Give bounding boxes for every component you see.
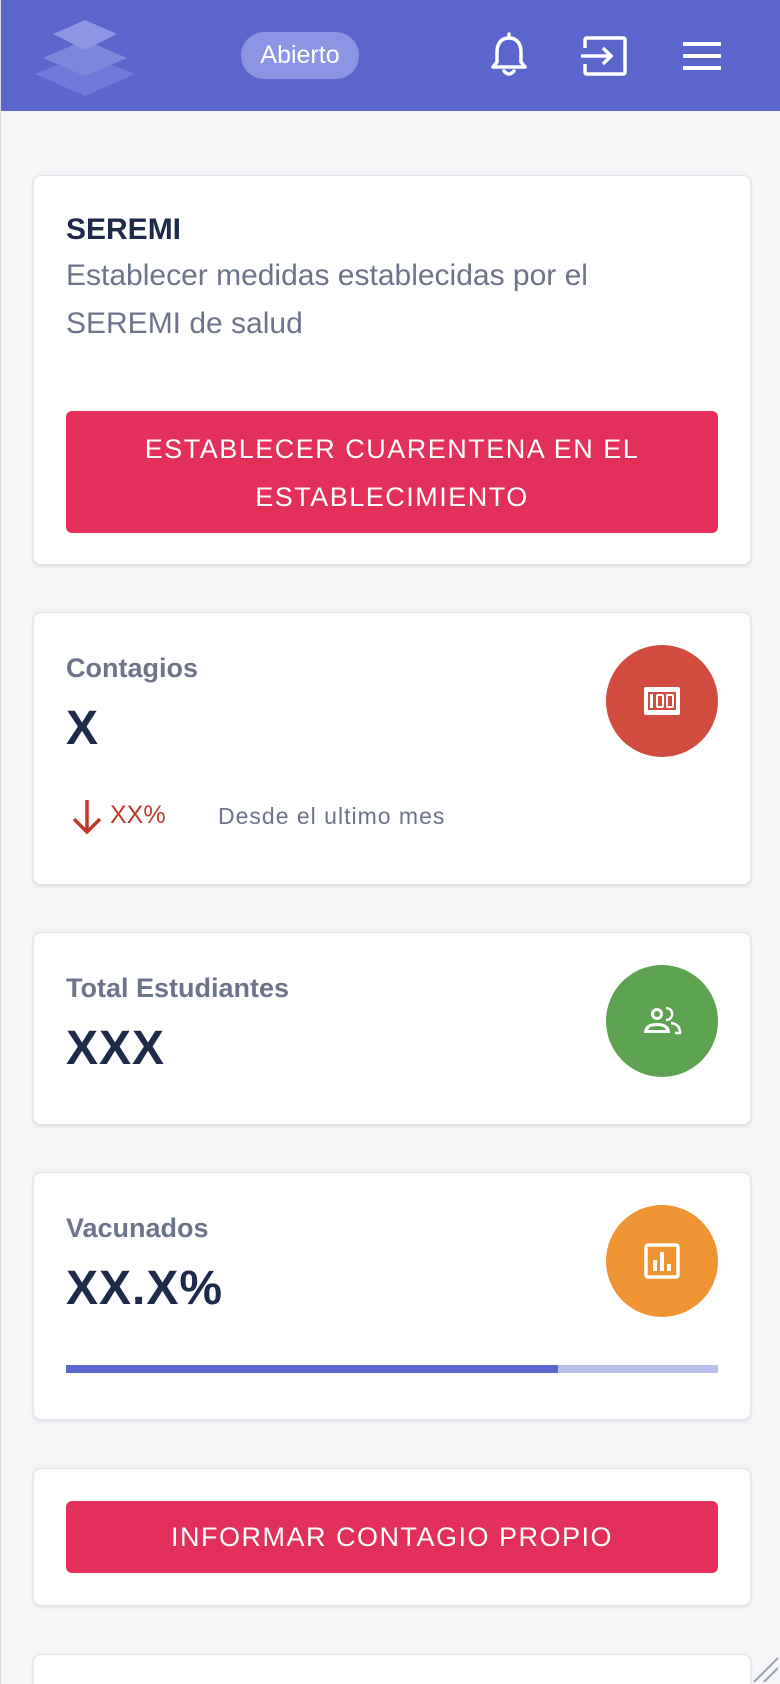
seremi-description: Establecer medidas establecidas por el S… — [66, 259, 588, 340]
estudiantes-label: Total Estudiantes — [66, 973, 290, 1003]
report-contagion-button[interactable]: INFORMAR CONTAGIO PROPIO — [66, 1501, 718, 1573]
vacunados-value: XX.X% — [66, 1262, 224, 1315]
layers-logo-icon — [35, 20, 135, 96]
report-card: INFORMAR CONTAGIO PROPIO — [33, 1468, 751, 1606]
arrow-down-icon — [72, 800, 102, 835]
vacunados-icon-circle — [606, 1205, 718, 1317]
contagios-card: Contagios X XX% Desde el ultimo mes — [33, 612, 751, 885]
estudiantes-value: XXX — [66, 1022, 166, 1075]
vacunados-card: Vacunados XX.X% — [33, 1172, 751, 1420]
estudiantes-icon-circle — [606, 965, 718, 1077]
menu-icon[interactable] — [675, 30, 727, 82]
vacunados-progress-fill — [66, 1365, 559, 1373]
next-card — [33, 1654, 751, 1684]
quarantine-button[interactable]: ESTABLECER CUARENTENA EN EL ESTABLECIMIE… — [66, 411, 718, 533]
vacunados-label: Vacunados — [66, 1213, 209, 1243]
bell-icon[interactable] — [483, 30, 535, 82]
seremi-title: SEREMI — [66, 213, 182, 246]
quarantine-button-line2: ESTABLECIMIENTO — [255, 482, 529, 512]
contagios-label: Contagios — [66, 653, 198, 683]
quarantine-button-line1: ESTABLECER CUARENTENA EN EL — [144, 434, 640, 464]
bar-chart-icon — [644, 1243, 680, 1279]
contagios-value: X — [66, 702, 100, 755]
vacunados-progress-bar — [66, 1365, 718, 1373]
estudiantes-card: Total Estudiantes XXX — [33, 932, 751, 1125]
contagios-icon-circle — [606, 645, 718, 757]
resize-grip-icon[interactable] — [748, 1652, 778, 1682]
people-icon — [644, 1006, 682, 1035]
login-icon[interactable] — [579, 30, 631, 82]
top-navbar: Abierto — [1, 0, 780, 111]
seremi-card: SEREMI Establecer medidas establecidas p… — [33, 175, 751, 565]
status-badge[interactable]: Abierto — [241, 32, 359, 79]
trend-note: Desde el ultimo mes — [218, 803, 446, 829]
trend-percentage: XX% — [110, 801, 166, 829]
counter-100-icon — [644, 687, 680, 715]
